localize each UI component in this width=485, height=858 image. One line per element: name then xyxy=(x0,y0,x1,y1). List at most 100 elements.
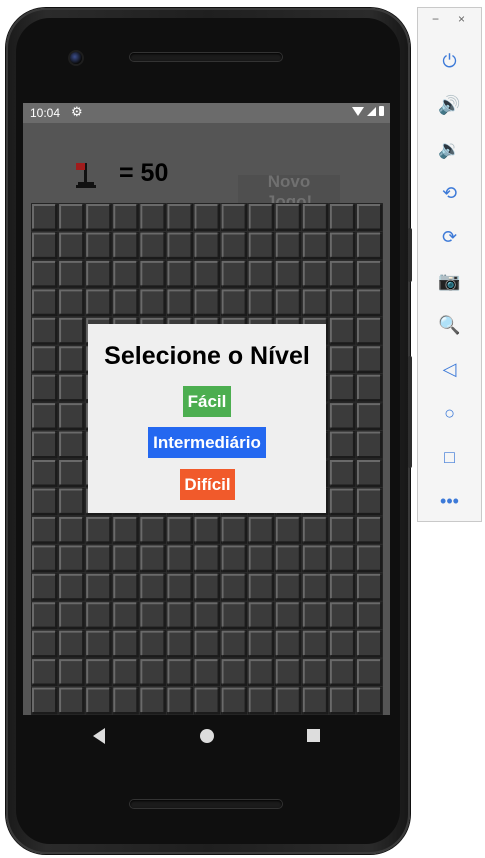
mine-tile[interactable] xyxy=(302,516,329,544)
mine-tile[interactable] xyxy=(248,544,275,573)
mine-tile[interactable] xyxy=(193,573,221,601)
mine-tile[interactable] xyxy=(275,231,302,260)
mine-tile[interactable] xyxy=(85,260,112,288)
minimize-icon[interactable]: − xyxy=(432,12,439,26)
zoom-icon[interactable]: 🔍 xyxy=(418,310,481,340)
mine-tile[interactable] xyxy=(221,573,248,601)
mine-tile[interactable] xyxy=(275,203,302,231)
mine-tile[interactable] xyxy=(275,601,302,630)
mine-tile[interactable] xyxy=(58,573,85,601)
back-icon[interactable]: ◁ xyxy=(418,354,481,384)
mine-tile[interactable] xyxy=(221,516,248,544)
mine-tile[interactable] xyxy=(166,260,193,288)
mine-tile[interactable] xyxy=(302,203,329,231)
mine-tile[interactable] xyxy=(356,345,383,374)
mine-tile[interactable] xyxy=(58,288,85,317)
mine-tile[interactable] xyxy=(85,288,112,317)
mine-tile[interactable] xyxy=(302,260,329,288)
mine-tile[interactable] xyxy=(193,288,221,317)
mine-tile[interactable] xyxy=(221,630,248,658)
mine-tile[interactable] xyxy=(85,601,112,630)
mine-tile[interactable] xyxy=(112,687,139,715)
mine-tile[interactable] xyxy=(356,317,383,345)
mine-tile[interactable] xyxy=(31,573,58,601)
mine-tile[interactable] xyxy=(193,260,221,288)
mine-tile[interactable] xyxy=(58,345,85,374)
mine-tile[interactable] xyxy=(58,231,85,260)
mine-tile[interactable] xyxy=(193,544,221,573)
mine-tile[interactable] xyxy=(58,630,85,658)
rotate-left-icon[interactable]: ⟲ xyxy=(418,178,481,208)
mine-tile[interactable] xyxy=(329,231,356,260)
mine-tile[interactable] xyxy=(58,431,85,459)
mine-tile[interactable] xyxy=(166,573,193,601)
mine-tile[interactable] xyxy=(166,630,193,658)
mine-tile[interactable] xyxy=(31,231,58,260)
mine-tile[interactable] xyxy=(248,573,275,601)
mine-tile[interactable] xyxy=(139,544,166,573)
mine-tile[interactable] xyxy=(166,203,193,231)
mine-tile[interactable] xyxy=(275,544,302,573)
home-icon[interactable] xyxy=(200,729,214,743)
mine-tile[interactable] xyxy=(221,231,248,260)
mine-tile[interactable] xyxy=(31,288,58,317)
mine-tile[interactable] xyxy=(275,658,302,687)
mine-tile[interactable] xyxy=(329,288,356,317)
mine-tile[interactable] xyxy=(85,516,112,544)
mine-tile[interactable] xyxy=(139,601,166,630)
mine-tile[interactable] xyxy=(58,487,85,516)
mine-tile[interactable] xyxy=(248,231,275,260)
mine-tile[interactable] xyxy=(302,601,329,630)
mine-tile[interactable] xyxy=(329,317,356,345)
mine-tile[interactable] xyxy=(193,231,221,260)
mine-tile[interactable] xyxy=(31,203,58,231)
mine-tile[interactable] xyxy=(166,601,193,630)
mine-tile[interactable] xyxy=(139,630,166,658)
mine-tile[interactable] xyxy=(221,601,248,630)
mine-tile[interactable] xyxy=(356,687,383,715)
mine-tile[interactable] xyxy=(85,573,112,601)
mine-tile[interactable] xyxy=(275,288,302,317)
mine-tile[interactable] xyxy=(193,687,221,715)
mine-tile[interactable] xyxy=(139,231,166,260)
rotate-right-icon[interactable]: ⟳ xyxy=(418,222,481,252)
mine-tile[interactable] xyxy=(85,231,112,260)
more-icon[interactable]: ••• xyxy=(418,486,481,516)
mine-tile[interactable] xyxy=(329,658,356,687)
mine-tile[interactable] xyxy=(329,487,356,516)
mine-tile[interactable] xyxy=(356,601,383,630)
mine-tile[interactable] xyxy=(139,658,166,687)
mine-tile[interactable] xyxy=(248,630,275,658)
mine-tile[interactable] xyxy=(275,630,302,658)
mine-tile[interactable] xyxy=(58,402,85,431)
mine-tile[interactable] xyxy=(31,687,58,715)
home-icon[interactable]: ○ xyxy=(418,398,481,428)
mine-tile[interactable] xyxy=(31,374,58,402)
mine-tile[interactable] xyxy=(248,203,275,231)
mine-tile[interactable] xyxy=(139,203,166,231)
mine-tile[interactable] xyxy=(356,658,383,687)
mine-tile[interactable] xyxy=(112,260,139,288)
mine-tile[interactable] xyxy=(85,658,112,687)
mine-tile[interactable] xyxy=(248,516,275,544)
mine-tile[interactable] xyxy=(166,544,193,573)
mine-tile[interactable] xyxy=(221,288,248,317)
mine-tile[interactable] xyxy=(58,601,85,630)
mine-tile[interactable] xyxy=(302,231,329,260)
mine-tile[interactable] xyxy=(275,260,302,288)
mine-tile[interactable] xyxy=(329,687,356,715)
mine-tile[interactable] xyxy=(275,516,302,544)
mine-tile[interactable] xyxy=(139,687,166,715)
mine-tile[interactable] xyxy=(302,687,329,715)
mine-tile[interactable] xyxy=(58,317,85,345)
mine-tile[interactable] xyxy=(302,630,329,658)
mine-tile[interactable] xyxy=(112,630,139,658)
mine-tile[interactable] xyxy=(85,203,112,231)
mine-tile[interactable] xyxy=(221,203,248,231)
mine-tile[interactable] xyxy=(248,601,275,630)
camera-icon[interactable]: 📷 xyxy=(418,266,481,296)
mine-tile[interactable] xyxy=(356,487,383,516)
mine-tile[interactable] xyxy=(31,630,58,658)
mine-tile[interactable] xyxy=(356,516,383,544)
mine-tile[interactable] xyxy=(58,374,85,402)
